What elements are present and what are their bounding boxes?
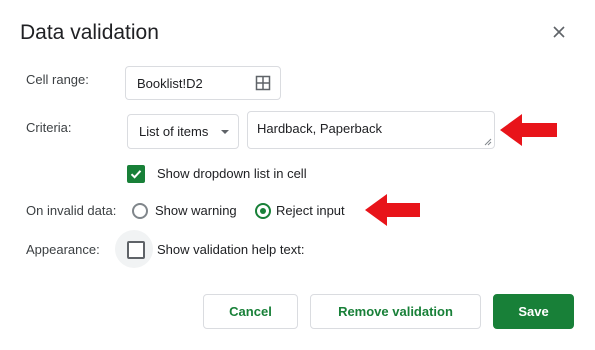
criteria-type-value: List of items [139, 124, 209, 139]
checkmark-icon [130, 170, 142, 179]
annotation-arrow-icon [365, 194, 420, 226]
reject-input-label: Reject input [276, 203, 345, 218]
dialog-title: Data validation [20, 21, 159, 44]
show-warning-radio[interactable] [132, 203, 148, 219]
invalid-data-label: On invalid data: [26, 203, 117, 218]
criteria-type-select[interactable]: List of items [127, 114, 239, 149]
annotation-arrow-icon [500, 114, 557, 146]
criteria-items-value: Hardback, Paperback [257, 121, 383, 136]
cell-range-value: Booklist!D2 [137, 76, 203, 91]
close-icon [553, 26, 565, 38]
show-help-text-label: Show validation help text: [157, 242, 305, 257]
show-dropdown-label: Show dropdown list in cell [157, 166, 307, 181]
remove-validation-button[interactable]: Remove validation [310, 294, 481, 329]
dropdown-caret-icon [221, 130, 229, 134]
reject-input-radio[interactable] [255, 203, 271, 219]
show-help-text-checkbox[interactable] [127, 241, 145, 259]
resize-handle-icon[interactable] [484, 138, 492, 146]
cell-range-input[interactable]: Booklist!D2 [125, 66, 281, 100]
cell-range-label: Cell range: [26, 72, 89, 87]
show-warning-label: Show warning [155, 203, 237, 218]
cancel-button[interactable]: Cancel [203, 294, 298, 329]
grid-icon[interactable] [255, 75, 271, 91]
data-validation-dialog: Data validation Cell range: Booklist!D2 … [0, 0, 595, 350]
save-button[interactable]: Save [493, 294, 574, 329]
criteria-label: Criteria: [26, 120, 72, 135]
show-dropdown-checkbox[interactable] [127, 165, 145, 183]
appearance-label: Appearance: [26, 242, 100, 257]
close-button[interactable] [549, 22, 569, 42]
criteria-items-input[interactable]: Hardback, Paperback [247, 111, 495, 149]
